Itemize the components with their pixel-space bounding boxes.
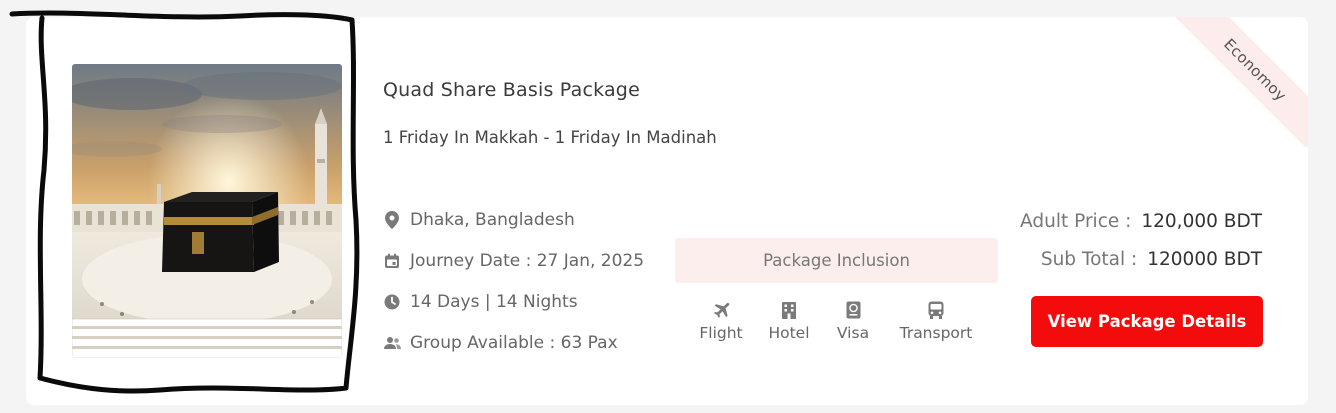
inclusion-transport: Transport <box>895 299 977 342</box>
group-availability-text: Group Available : 63 Pax <box>410 332 618 353</box>
package-subtitle: 1 Friday In Makkah - 1 Friday In Madinah <box>383 128 717 147</box>
sub-total-label: Sub Total : <box>1040 249 1138 270</box>
inclusion-visa-label: Visa <box>836 324 870 342</box>
sub-total-value: 120000 BDT <box>1147 249 1262 270</box>
location-detail: Dhaka, Bangladesh <box>383 199 644 240</box>
package-type-badge: Economoy <box>1168 17 1308 147</box>
inclusion-hotel: Hotel <box>767 299 811 342</box>
bus-icon <box>928 299 944 321</box>
group-detail: Group Available : 63 Pax <box>383 322 644 363</box>
view-package-details-button[interactable]: View Package Details <box>1031 296 1263 347</box>
visa-icon <box>846 299 861 321</box>
journey-date-text: Journey Date : 27 Jan, 2025 <box>410 250 645 271</box>
inclusion-flight-label: Flight <box>699 324 743 342</box>
inclusion-flight: Flight <box>699 299 743 342</box>
adult-price-value: 120,000 BDT <box>1141 211 1262 232</box>
duration-text: 14 Days | 14 Nights <box>410 291 578 312</box>
group-icon <box>383 334 401 352</box>
package-inclusion-header: Package Inclusion <box>675 238 998 283</box>
duration-detail: 14 Days | 14 Nights <box>383 281 644 322</box>
badge-ribbon-wrap: Economoy <box>1168 17 1308 147</box>
inclusion-visa: Visa <box>834 299 872 342</box>
hotel-icon <box>781 299 797 321</box>
package-details-list: Dhaka, Bangladesh Journey Date : 27 Jan,… <box>383 199 644 363</box>
calendar-icon <box>383 252 401 270</box>
clock-icon <box>383 293 401 311</box>
journey-date-detail: Journey Date : 27 Jan, 2025 <box>383 240 644 281</box>
airplane-icon <box>712 299 730 321</box>
package-image[interactable] <box>72 64 342 358</box>
package-card: Economoy Quad Share Basis Package 1 Frid… <box>26 17 1308 405</box>
kaaba-photo <box>72 64 342 358</box>
location-pin-icon <box>383 210 401 229</box>
sub-total-row: Sub Total : 120000 BDT <box>1041 249 1262 270</box>
adult-price-row: Adult Price : 120,000 BDT <box>1020 211 1262 232</box>
inclusion-transport-label: Transport <box>899 324 973 342</box>
inclusion-hotel-label: Hotel <box>768 324 810 342</box>
adult-price-label: Adult Price : <box>1020 211 1132 232</box>
location-text: Dhaka, Bangladesh <box>410 209 575 230</box>
package-title: Quad Share Basis Package <box>383 79 640 101</box>
